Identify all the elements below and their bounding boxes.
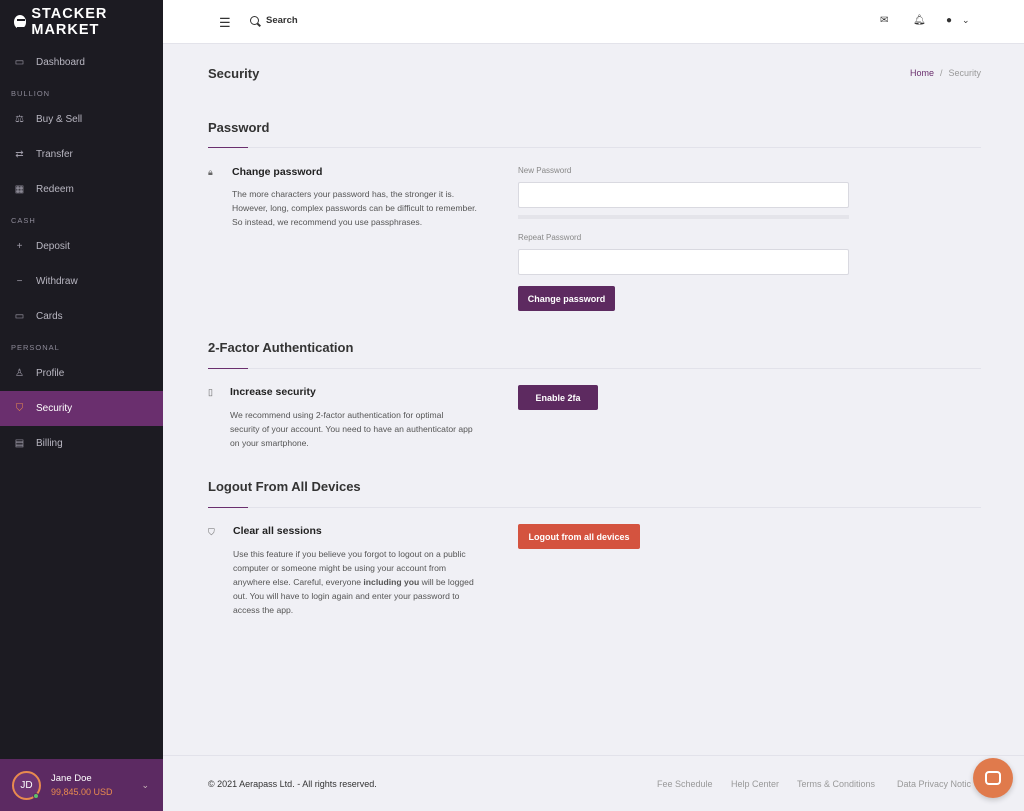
- password-strength-meter: [518, 215, 849, 219]
- repeat-password-field[interactable]: [518, 249, 849, 275]
- footer-link-fee-schedule[interactable]: Fee Schedule: [657, 779, 713, 789]
- sidebar-item-label: Withdraw: [36, 276, 78, 287]
- brand[interactable]: STACKER MARKET: [0, 0, 163, 44]
- sidebar-item-withdraw[interactable]: − Withdraw: [0, 264, 163, 299]
- sidebar-item-label: Cards: [36, 311, 63, 322]
- user-name: Jane Doe: [51, 773, 92, 784]
- online-status-icon: [33, 792, 39, 799]
- breadcrumb-separator: /: [939, 68, 943, 78]
- mail-icon[interactable]: ✉: [880, 15, 888, 26]
- smartphone-icon: ▯: [208, 387, 213, 397]
- new-password-field[interactable]: [518, 182, 849, 208]
- breadcrumb-home-link[interactable]: Home: [910, 68, 934, 78]
- sidebar-item-label: Transfer: [36, 149, 73, 160]
- main-content: Security Home / Security Password 🔒︎ Chang…: [163, 45, 1024, 755]
- account-icon[interactable]: ●: [946, 15, 952, 26]
- plus-icon: +: [16, 241, 23, 252]
- copyright: © 2021 Aerapass Ltd. - All rights reserv…: [208, 779, 377, 789]
- avatar-initials: JD: [20, 779, 33, 791]
- box-icon: ▦: [14, 184, 25, 195]
- section-divider: [208, 368, 981, 369]
- sidebar-item-label: Profile: [36, 368, 65, 379]
- transfer-icon: ⇄: [15, 149, 24, 160]
- user-balance: 99,845.00 USD: [51, 787, 113, 797]
- search-button[interactable]: Search: [250, 15, 298, 26]
- increase-security-heading: Increase security: [230, 386, 316, 398]
- breadcrumb: Home / Security: [910, 68, 981, 78]
- chevron-down-icon[interactable]: ⌄: [962, 15, 970, 26]
- increase-security-description: We recommend using 2-factor authenticati…: [230, 410, 473, 448]
- sidebar-item-redeem[interactable]: ▦ Redeem: [0, 172, 163, 207]
- sidebar-item-dashboard[interactable]: ▭ Dashboard: [0, 45, 163, 80]
- sidebar-item-label: Billing: [36, 438, 63, 449]
- bell-icon[interactable]: 🔔︎: [913, 15, 926, 26]
- chevron-down-icon[interactable]: ⌄: [141, 780, 149, 791]
- sidebar-item-label: Buy & Sell: [36, 114, 83, 125]
- avatar: JD: [12, 770, 41, 800]
- monitor-icon: ▭: [14, 57, 25, 68]
- user-icon: ♙: [15, 368, 24, 379]
- coin-stack-icon: [14, 15, 27, 29]
- sidebar-item-label: Redeem: [36, 184, 74, 195]
- shield-check-icon: ⛉: [208, 527, 215, 537]
- sidebar-item-security[interactable]: ⛉ Security: [0, 391, 163, 426]
- footer: © 2021 Aerapass Ltd. - All rights reserv…: [163, 755, 1024, 811]
- sidebar-item-label: Deposit: [36, 241, 70, 252]
- sidebar-item-label: Security: [36, 403, 73, 414]
- change-password-button[interactable]: Change password: [518, 286, 615, 311]
- repeat-password-label: Repeat Password: [518, 233, 582, 242]
- logout-all-devices-button[interactable]: Logout from all devices: [518, 524, 640, 549]
- section-divider: [208, 507, 981, 508]
- card-icon: ▭: [14, 311, 25, 322]
- sidebar-item-transfer[interactable]: ⇄ Transfer: [0, 137, 163, 172]
- sidebar-section-cash: CASH: [11, 215, 36, 225]
- new-password-label: New Password: [518, 166, 572, 175]
- password-section-title: Password: [208, 120, 270, 135]
- shield-icon: ⛉: [15, 403, 24, 414]
- sidebar: STACKER MARKET ▭ Dashboard BULLION ⚖ Buy…: [0, 0, 163, 811]
- footer-link-terms[interactable]: Terms & Conditions: [797, 779, 875, 789]
- sidebar-item-billing[interactable]: ▤ Billing: [0, 426, 163, 461]
- breadcrumb-current: Security: [948, 68, 981, 78]
- change-password-description: The more characters your password has, t…: [232, 189, 477, 227]
- sidebar-item-cards[interactable]: ▭ Cards: [0, 299, 163, 334]
- enable-2fa-button[interactable]: Enable 2fa: [518, 385, 598, 410]
- twofa-section-title: 2-Factor Authentication: [208, 340, 354, 355]
- menu-icon[interactable]: ☰: [219, 15, 231, 31]
- file-icon: ▤: [14, 438, 25, 449]
- lock-icon: 🔒︎: [208, 167, 213, 177]
- footer-link-help-center[interactable]: Help Center: [731, 779, 779, 789]
- user-info: Jane Doe 99,845.00 USD: [51, 773, 141, 797]
- search-icon: [250, 16, 259, 25]
- brand-name: STACKER MARKET: [31, 6, 108, 38]
- footer-link-data-privacy[interactable]: Data Privacy Notic: [897, 779, 971, 789]
- sidebar-item-buy-sell[interactable]: ⚖ Buy & Sell: [0, 102, 163, 137]
- topbar: ☰ Search ✉ 🔔︎ ● ⌄: [163, 0, 1024, 44]
- clear-sessions-heading: Clear all sessions: [233, 525, 322, 537]
- clear-sessions-description: Use this feature if you believe you forg…: [233, 549, 474, 615]
- sidebar-section-bullion: BULLION: [11, 88, 51, 98]
- sidebar-section-personal: PERSONAL: [11, 342, 60, 352]
- logout-section-title: Logout From All Devices: [208, 479, 361, 494]
- minus-icon: −: [16, 276, 23, 287]
- chat-widget-button[interactable]: [973, 758, 1013, 798]
- user-menu[interactable]: JD Jane Doe 99,845.00 USD ⌄: [0, 759, 163, 811]
- chat-icon: [985, 771, 1001, 785]
- sidebar-item-label: Dashboard: [36, 57, 85, 68]
- search-label: Search: [266, 15, 298, 26]
- page-title: Security: [208, 66, 260, 81]
- change-password-heading: Change password: [232, 166, 323, 178]
- sidebar-item-deposit[interactable]: + Deposit: [0, 229, 163, 264]
- sidebar-item-profile[interactable]: ♙ Profile: [0, 356, 163, 391]
- scale-icon: ⚖: [15, 114, 24, 125]
- section-divider: [208, 147, 981, 148]
